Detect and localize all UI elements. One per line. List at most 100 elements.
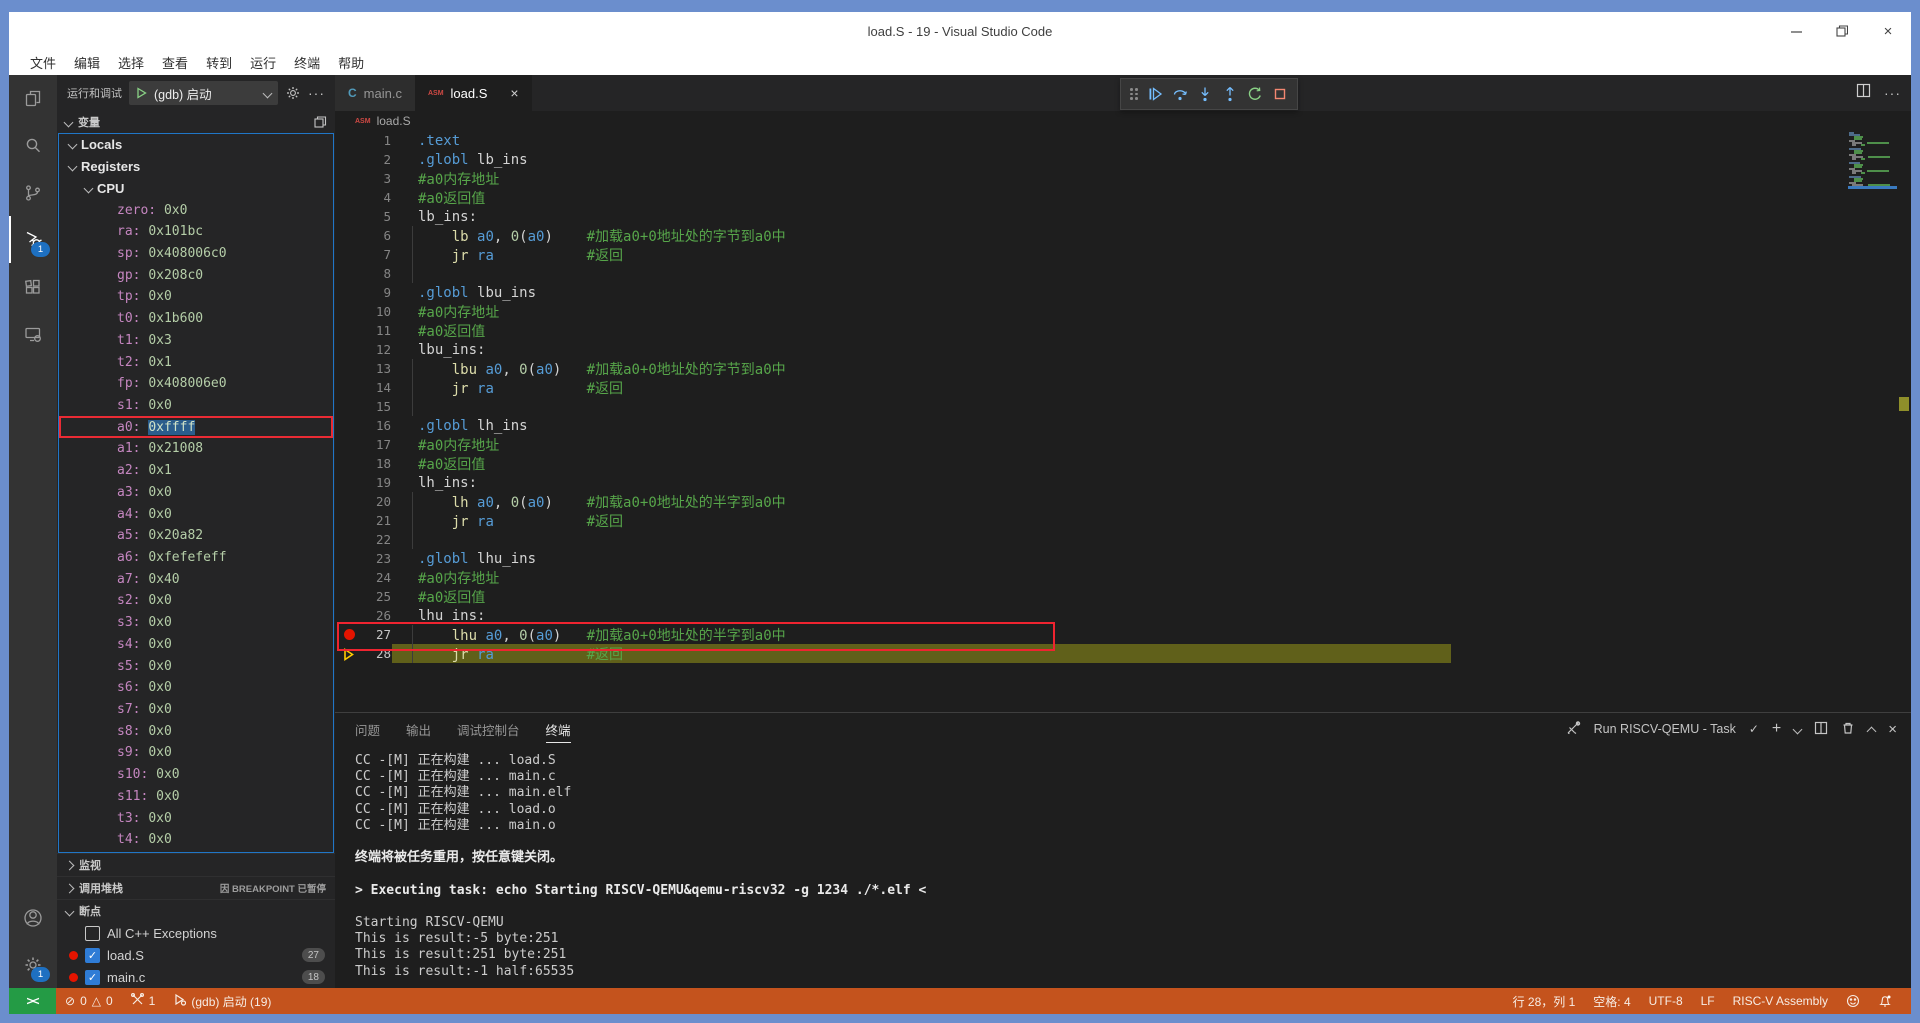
register-row-s6[interactable]: s6: 0x0 bbox=[59, 677, 333, 699]
code-line[interactable]: 12lbu_ins: bbox=[335, 340, 1911, 359]
search-icon[interactable] bbox=[9, 122, 57, 169]
extensions-icon[interactable] bbox=[9, 263, 57, 310]
line-number[interactable]: 14 bbox=[335, 380, 405, 395]
settings-gear-icon[interactable]: 1 bbox=[9, 941, 57, 988]
panel-tab-终端[interactable]: 终端 bbox=[546, 720, 571, 739]
line-number[interactable]: 11 bbox=[335, 323, 405, 338]
line-number[interactable]: 1 bbox=[335, 133, 405, 148]
close-button[interactable]: × bbox=[1865, 12, 1911, 50]
breakpoint-checkbox[interactable]: ✓ bbox=[85, 970, 100, 985]
register-row-a7[interactable]: a7: 0x40 bbox=[59, 568, 333, 590]
code-line[interactable]: 16.globl lh_ins bbox=[335, 416, 1911, 435]
accounts-icon[interactable] bbox=[9, 894, 57, 941]
line-number[interactable]: 5 bbox=[335, 209, 405, 224]
breakpoint-item-load.S[interactable]: ✓load.S27 bbox=[57, 944, 335, 966]
menu-item-选择[interactable]: 选择 bbox=[109, 53, 153, 72]
code-line[interactable]: 1.text bbox=[335, 131, 1911, 150]
line-number[interactable]: 2 bbox=[335, 152, 405, 167]
line-number[interactable]: 9 bbox=[335, 285, 405, 300]
code-line[interactable]: 10#a0内存地址 bbox=[335, 302, 1911, 321]
problems-status[interactable]: ⊘0 △0 bbox=[56, 988, 122, 1014]
line-number[interactable]: 20 bbox=[335, 494, 405, 509]
register-row-sp[interactable]: sp: 0x408006c0 bbox=[59, 243, 333, 265]
register-row-s11[interactable]: s11: 0x0 bbox=[59, 786, 333, 808]
register-row-a0[interactable]: a0: 0xffff bbox=[59, 416, 333, 438]
register-row-s7[interactable]: s7: 0x0 bbox=[59, 699, 333, 721]
tree-group-CPU[interactable]: CPU bbox=[59, 177, 333, 199]
tree-group-Locals[interactable]: Locals bbox=[59, 134, 333, 156]
debug-settings-gear-icon[interactable] bbox=[285, 85, 301, 101]
watch-section-header[interactable]: 监视 bbox=[57, 853, 335, 876]
code-line[interactable]: 9.globl lbu_ins bbox=[335, 283, 1911, 302]
kill-terminal-icon[interactable] bbox=[1841, 721, 1855, 738]
code-line[interactable]: 21 jr ra #返回 bbox=[335, 511, 1911, 530]
line-number[interactable]: 19 bbox=[335, 475, 405, 490]
panel-tab-输出[interactable]: 输出 bbox=[406, 720, 431, 739]
code-line[interactable]: 11#a0返回值 bbox=[335, 321, 1911, 340]
line-number[interactable]: 13 bbox=[335, 361, 405, 376]
register-row-tp[interactable]: tp: 0x0 bbox=[59, 286, 333, 308]
register-row-s3[interactable]: s3: 0x0 bbox=[59, 612, 333, 634]
tasks-status[interactable]: 1 bbox=[122, 988, 165, 1014]
line-number[interactable]: 7 bbox=[335, 247, 405, 262]
menu-item-文件[interactable]: 文件 bbox=[21, 53, 65, 72]
feedback-icon[interactable] bbox=[1837, 994, 1869, 1008]
register-row-a2[interactable]: a2: 0x1 bbox=[59, 460, 333, 482]
code-line[interactable]: 17#a0内存地址 bbox=[335, 435, 1911, 454]
indentation-status[interactable]: 空格: 4 bbox=[1584, 993, 1639, 1010]
register-row-t1[interactable]: t1: 0x3 bbox=[59, 329, 333, 351]
code-line[interactable]: 5lb_ins: bbox=[335, 207, 1911, 226]
breakpoints-section-header[interactable]: 断点 bbox=[57, 899, 335, 922]
menu-item-查看[interactable]: 查看 bbox=[153, 53, 197, 72]
step-over-button[interactable] bbox=[1167, 81, 1192, 107]
line-number[interactable]: 25 bbox=[335, 589, 405, 604]
code-line[interactable]: 4#a0返回值 bbox=[335, 188, 1911, 207]
more-actions-icon[interactable]: ··· bbox=[1884, 85, 1901, 101]
explorer-icon[interactable] bbox=[9, 75, 57, 122]
breadcrumb[interactable]: ASM load.S bbox=[335, 111, 1911, 131]
close-tab-icon[interactable]: × bbox=[510, 85, 518, 101]
debug-config-dropdown[interactable]: (gdb) 启动 bbox=[129, 81, 278, 105]
variables-panel-icon[interactable] bbox=[313, 115, 327, 129]
language-mode[interactable]: RISC-V Assembly bbox=[1724, 994, 1837, 1008]
line-number[interactable]: 21 bbox=[335, 513, 405, 528]
step-out-button[interactable] bbox=[1217, 81, 1242, 107]
restore-button[interactable] bbox=[1819, 12, 1865, 50]
register-row-fp[interactable]: fp: 0x408006e0 bbox=[59, 373, 333, 395]
code-line[interactable]: 24#a0内存地址 bbox=[335, 568, 1911, 587]
menu-item-帮助[interactable]: 帮助 bbox=[329, 53, 373, 72]
line-number[interactable]: 22 bbox=[335, 532, 405, 547]
title-bar[interactable]: load.S - 19 - Visual Studio Code × bbox=[9, 12, 1911, 50]
variables-tree[interactable]: LocalsRegistersCPUzero: 0x0ra: 0x101bcsp… bbox=[58, 133, 334, 853]
stop-button[interactable] bbox=[1267, 81, 1292, 107]
register-row-a4[interactable]: a4: 0x0 bbox=[59, 503, 333, 525]
tab-load.S[interactable]: ASMload.S× bbox=[415, 75, 532, 111]
notifications-bell-icon[interactable] bbox=[1869, 994, 1901, 1008]
register-row-s8[interactable]: s8: 0x0 bbox=[59, 720, 333, 742]
code-line[interactable]: 22 bbox=[335, 530, 1911, 549]
menu-item-运行[interactable]: 运行 bbox=[241, 53, 285, 72]
line-number[interactable]: 15 bbox=[335, 399, 405, 414]
breakpoint-item-All C++ Exceptions[interactable]: All C++ Exceptions bbox=[57, 922, 335, 944]
more-actions-icon[interactable]: ··· bbox=[308, 85, 325, 101]
maximize-panel-icon[interactable] bbox=[1867, 726, 1877, 736]
variables-section-header[interactable]: 变量 bbox=[57, 111, 335, 133]
code-line[interactable]: 20 lh a0, 0(a0) #加载a0+0地址处的半字到a0中 bbox=[335, 492, 1911, 511]
encoding-status[interactable]: UTF-8 bbox=[1640, 994, 1692, 1008]
code-line[interactable]: 25#a0返回值 bbox=[335, 587, 1911, 606]
line-number[interactable]: 3 bbox=[335, 171, 405, 186]
register-row-a5[interactable]: a5: 0x20a82 bbox=[59, 525, 333, 547]
source-control-icon[interactable] bbox=[9, 169, 57, 216]
register-row-s1[interactable]: s1: 0x0 bbox=[59, 395, 333, 417]
debug-session-status[interactable]: (gdb) 启动 (19) bbox=[164, 988, 280, 1014]
register-row-s2[interactable]: s2: 0x0 bbox=[59, 590, 333, 612]
new-terminal-button[interactable]: + bbox=[1772, 720, 1781, 738]
split-editor-icon[interactable] bbox=[1856, 83, 1871, 103]
panel-tab-调试控制台[interactable]: 调试控制台 bbox=[457, 720, 520, 739]
minimap[interactable] bbox=[1848, 132, 1897, 222]
register-row-ra[interactable]: ra: 0x101bc bbox=[59, 221, 333, 243]
register-row-a6[interactable]: a6: 0xfefefeff bbox=[59, 547, 333, 569]
line-number[interactable]: 26 bbox=[335, 608, 405, 623]
register-row-t2[interactable]: t2: 0x1 bbox=[59, 351, 333, 373]
close-panel-icon[interactable]: × bbox=[1888, 721, 1897, 738]
